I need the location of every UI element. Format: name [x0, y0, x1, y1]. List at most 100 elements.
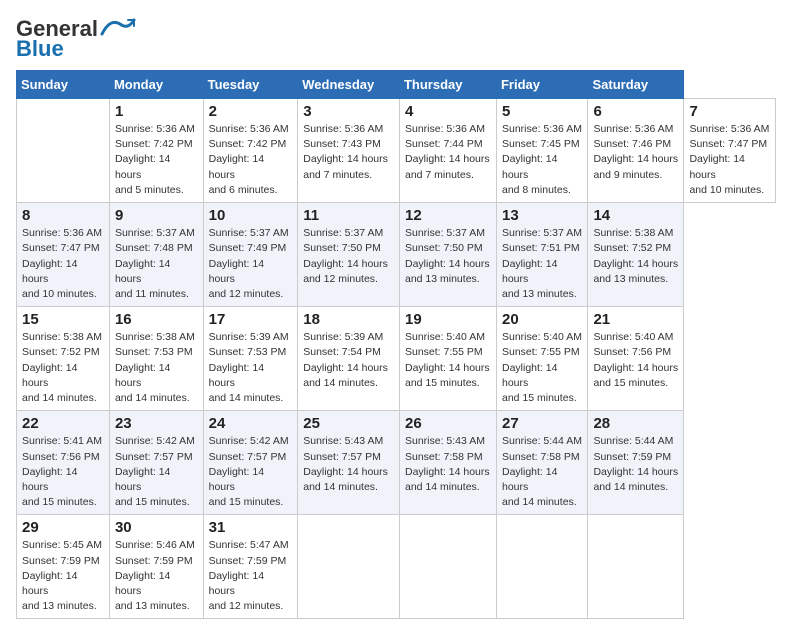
calendar-table: SundayMondayTuesdayWednesdayThursdayFrid… — [16, 70, 776, 619]
day-number: 2 — [209, 103, 293, 120]
day-number: 9 — [115, 207, 198, 224]
day-number: 16 — [115, 311, 198, 328]
day-detail: Sunrise: 5:36 AMSunset: 7:44 PMDaylight:… — [405, 123, 490, 181]
calendar-cell: 26 Sunrise: 5:43 AMSunset: 7:58 PMDaylig… — [399, 411, 496, 515]
calendar-cell: 9 Sunrise: 5:37 AMSunset: 7:48 PMDayligh… — [109, 203, 203, 307]
day-detail: Sunrise: 5:38 AMSunset: 7:52 PMDaylight:… — [593, 227, 678, 285]
day-detail: Sunrise: 5:36 AMSunset: 7:47 PMDaylight:… — [689, 123, 769, 196]
day-detail: Sunrise: 5:36 AMSunset: 7:47 PMDaylight:… — [22, 227, 102, 300]
day-number: 7 — [689, 103, 770, 120]
page-header: General Blue — [16, 16, 776, 62]
calendar-cell: 19 Sunrise: 5:40 AMSunset: 7:55 PMDaylig… — [399, 307, 496, 411]
day-number: 19 — [405, 311, 491, 328]
day-number: 6 — [593, 103, 678, 120]
calendar-cell: 7 Sunrise: 5:36 AMSunset: 7:47 PMDayligh… — [684, 99, 776, 203]
calendar-week-row: 22 Sunrise: 5:41 AMSunset: 7:56 PMDaylig… — [17, 411, 776, 515]
calendar-cell: 25 Sunrise: 5:43 AMSunset: 7:57 PMDaylig… — [298, 411, 400, 515]
day-detail: Sunrise: 5:38 AMSunset: 7:53 PMDaylight:… — [115, 331, 195, 404]
day-detail: Sunrise: 5:39 AMSunset: 7:54 PMDaylight:… — [303, 331, 388, 389]
day-detail: Sunrise: 5:44 AMSunset: 7:59 PMDaylight:… — [593, 435, 678, 493]
day-number: 30 — [115, 519, 198, 536]
calendar-cell: 15 Sunrise: 5:38 AMSunset: 7:52 PMDaylig… — [17, 307, 110, 411]
calendar-cell — [17, 99, 110, 203]
day-number: 14 — [593, 207, 678, 224]
day-number: 20 — [502, 311, 582, 328]
calendar-week-row: 8 Sunrise: 5:36 AMSunset: 7:47 PMDayligh… — [17, 203, 776, 307]
calendar-cell: 1 Sunrise: 5:36 AMSunset: 7:42 PMDayligh… — [109, 99, 203, 203]
calendar-cell: 8 Sunrise: 5:36 AMSunset: 7:47 PMDayligh… — [17, 203, 110, 307]
calendar-cell: 11 Sunrise: 5:37 AMSunset: 7:50 PMDaylig… — [298, 203, 400, 307]
calendar-cell: 6 Sunrise: 5:36 AMSunset: 7:46 PMDayligh… — [588, 99, 684, 203]
day-number: 31 — [209, 519, 293, 536]
day-detail: Sunrise: 5:37 AMSunset: 7:49 PMDaylight:… — [209, 227, 289, 300]
day-number: 27 — [502, 415, 582, 432]
day-detail: Sunrise: 5:37 AMSunset: 7:50 PMDaylight:… — [405, 227, 490, 285]
header-saturday: Saturday — [588, 71, 684, 99]
calendar-cell: 10 Sunrise: 5:37 AMSunset: 7:49 PMDaylig… — [203, 203, 298, 307]
day-detail: Sunrise: 5:39 AMSunset: 7:53 PMDaylight:… — [209, 331, 289, 404]
calendar-cell: 3 Sunrise: 5:36 AMSunset: 7:43 PMDayligh… — [298, 99, 400, 203]
calendar-cell: 17 Sunrise: 5:39 AMSunset: 7:53 PMDaylig… — [203, 307, 298, 411]
day-detail: Sunrise: 5:44 AMSunset: 7:58 PMDaylight:… — [502, 435, 582, 508]
day-detail: Sunrise: 5:45 AMSunset: 7:59 PMDaylight:… — [22, 539, 102, 612]
calendar-week-row: 15 Sunrise: 5:38 AMSunset: 7:52 PMDaylig… — [17, 307, 776, 411]
day-detail: Sunrise: 5:47 AMSunset: 7:59 PMDaylight:… — [209, 539, 289, 612]
day-detail: Sunrise: 5:41 AMSunset: 7:56 PMDaylight:… — [22, 435, 102, 508]
logo-bird-icon — [100, 16, 136, 38]
day-detail: Sunrise: 5:36 AMSunset: 7:43 PMDaylight:… — [303, 123, 388, 181]
day-detail: Sunrise: 5:40 AMSunset: 7:55 PMDaylight:… — [502, 331, 582, 404]
day-number: 1 — [115, 103, 198, 120]
calendar-cell: 20 Sunrise: 5:40 AMSunset: 7:55 PMDaylig… — [496, 307, 587, 411]
day-number: 29 — [22, 519, 104, 536]
day-number: 13 — [502, 207, 582, 224]
calendar-cell: 23 Sunrise: 5:42 AMSunset: 7:57 PMDaylig… — [109, 411, 203, 515]
calendar-cell: 2 Sunrise: 5:36 AMSunset: 7:42 PMDayligh… — [203, 99, 298, 203]
calendar-cell: 5 Sunrise: 5:36 AMSunset: 7:45 PMDayligh… — [496, 99, 587, 203]
calendar-cell: 13 Sunrise: 5:37 AMSunset: 7:51 PMDaylig… — [496, 203, 587, 307]
day-number: 22 — [22, 415, 104, 432]
day-detail: Sunrise: 5:43 AMSunset: 7:58 PMDaylight:… — [405, 435, 490, 493]
day-number: 23 — [115, 415, 198, 432]
day-detail: Sunrise: 5:40 AMSunset: 7:56 PMDaylight:… — [593, 331, 678, 389]
logo-blue: Blue — [16, 36, 64, 62]
day-number: 5 — [502, 103, 582, 120]
calendar-week-row: 29 Sunrise: 5:45 AMSunset: 7:59 PMDaylig… — [17, 515, 776, 619]
calendar-week-row: 1 Sunrise: 5:36 AMSunset: 7:42 PMDayligh… — [17, 99, 776, 203]
day-number: 15 — [22, 311, 104, 328]
header-wednesday: Wednesday — [298, 71, 400, 99]
day-detail: Sunrise: 5:46 AMSunset: 7:59 PMDaylight:… — [115, 539, 195, 612]
day-detail: Sunrise: 5:36 AMSunset: 7:42 PMDaylight:… — [209, 123, 289, 196]
day-detail: Sunrise: 5:37 AMSunset: 7:51 PMDaylight:… — [502, 227, 582, 300]
day-number: 3 — [303, 103, 394, 120]
day-detail: Sunrise: 5:36 AMSunset: 7:42 PMDaylight:… — [115, 123, 195, 196]
day-detail: Sunrise: 5:43 AMSunset: 7:57 PMDaylight:… — [303, 435, 388, 493]
header-tuesday: Tuesday — [203, 71, 298, 99]
day-number: 18 — [303, 311, 394, 328]
day-number: 24 — [209, 415, 293, 432]
header-sunday: Sunday — [17, 71, 110, 99]
calendar-cell: 4 Sunrise: 5:36 AMSunset: 7:44 PMDayligh… — [399, 99, 496, 203]
header-thursday: Thursday — [399, 71, 496, 99]
calendar-cell: 24 Sunrise: 5:42 AMSunset: 7:57 PMDaylig… — [203, 411, 298, 515]
calendar-cell: 16 Sunrise: 5:38 AMSunset: 7:53 PMDaylig… — [109, 307, 203, 411]
calendar-cell: 22 Sunrise: 5:41 AMSunset: 7:56 PMDaylig… — [17, 411, 110, 515]
day-number: 10 — [209, 207, 293, 224]
day-detail: Sunrise: 5:40 AMSunset: 7:55 PMDaylight:… — [405, 331, 490, 389]
day-detail: Sunrise: 5:37 AMSunset: 7:48 PMDaylight:… — [115, 227, 195, 300]
calendar-cell: 28 Sunrise: 5:44 AMSunset: 7:59 PMDaylig… — [588, 411, 684, 515]
day-number: 17 — [209, 311, 293, 328]
day-number: 11 — [303, 207, 394, 224]
day-number: 12 — [405, 207, 491, 224]
day-detail: Sunrise: 5:38 AMSunset: 7:52 PMDaylight:… — [22, 331, 102, 404]
day-number: 4 — [405, 103, 491, 120]
day-detail: Sunrise: 5:37 AMSunset: 7:50 PMDaylight:… — [303, 227, 388, 285]
calendar-cell: 29 Sunrise: 5:45 AMSunset: 7:59 PMDaylig… — [17, 515, 110, 619]
header-friday: Friday — [496, 71, 587, 99]
calendar-cell: 27 Sunrise: 5:44 AMSunset: 7:58 PMDaylig… — [496, 411, 587, 515]
calendar-cell — [588, 515, 684, 619]
day-number: 25 — [303, 415, 394, 432]
logo: General Blue — [16, 16, 136, 62]
calendar-header-row: SundayMondayTuesdayWednesdayThursdayFrid… — [17, 71, 776, 99]
day-detail: Sunrise: 5:36 AMSunset: 7:46 PMDaylight:… — [593, 123, 678, 181]
calendar-cell: 18 Sunrise: 5:39 AMSunset: 7:54 PMDaylig… — [298, 307, 400, 411]
